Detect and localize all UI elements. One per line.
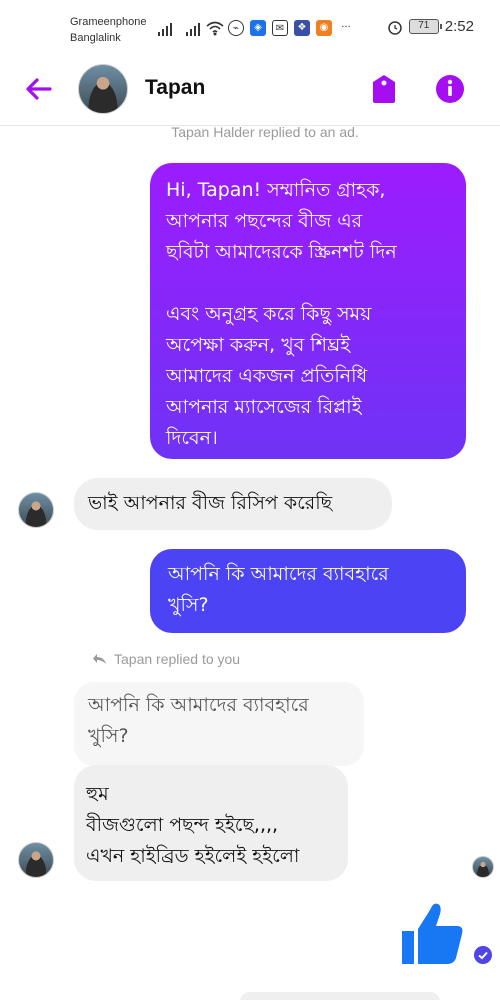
messenger-icon: ⌁ — [228, 20, 244, 36]
app-icon: ❖ — [294, 20, 310, 36]
reply-label: Tapan replied to you — [114, 651, 241, 667]
contact-avatar-small[interactable] — [18, 492, 54, 528]
incoming-message[interactable]: হুম বীজগুলো পছন্দ হইছে,,,, এখন হাইব্রিড … — [74, 765, 348, 881]
alarm-icon — [388, 20, 402, 35]
seen-check-icon — [474, 946, 492, 964]
reply-arrow-icon — [93, 654, 106, 664]
more-notifications-icon: ··· — [341, 22, 351, 33]
quoted-message[interactable]: আপনি কি আমাদের ব্যাবহারে খুসি? — [74, 682, 364, 766]
thumbs-up-icon[interactable] — [400, 898, 466, 968]
app-icon: ◉ — [316, 20, 332, 36]
status-right: 71 2:52 — [387, 18, 474, 35]
carrier-2: Banglalink — [70, 32, 121, 44]
tag-icon[interactable] — [369, 72, 399, 106]
info-icon[interactable] — [435, 72, 465, 106]
contact-name[interactable]: Tapan — [145, 76, 205, 100]
partial-message — [240, 992, 440, 1000]
reply-indicator: Tapan replied to you — [92, 651, 240, 667]
mail-icon: ✉ — [272, 20, 288, 36]
contact-avatar[interactable] — [78, 64, 128, 114]
incoming-message[interactable]: ভাই আপনার বীজ রিসিপ করেছি — [74, 478, 392, 530]
carrier-1: Grameenphone — [70, 16, 147, 28]
signal-icon — [158, 22, 172, 36]
signal-icon — [186, 22, 200, 36]
carrier-names: Grameenphone Banglalink — [70, 14, 146, 46]
battery-icon: 71 — [408, 19, 442, 34]
contact-avatar-small[interactable] — [18, 842, 54, 878]
outgoing-message[interactable]: Hi, Tapan! সম্মানিত গ্রাহক, আপনার পছন্দে… — [150, 163, 466, 459]
ad-reply-notice: Tapan Halder replied to an ad. — [171, 124, 359, 140]
back-arrow-icon[interactable] — [22, 72, 56, 106]
outgoing-message[interactable]: আপনি কি আমাদের ব্যাবহারে খুসি? — [150, 549, 466, 633]
read-receipt-avatar — [472, 856, 494, 878]
status-bar: Grameenphone Banglalink ⌁ ◈ ✉ ❖ ◉ ··· 71… — [0, 0, 500, 56]
wifi-icon — [206, 21, 224, 36]
clock: 2:52 — [444, 18, 474, 35]
chat-header: Tapan — [0, 56, 500, 126]
app-icon: ◈ — [250, 20, 266, 36]
